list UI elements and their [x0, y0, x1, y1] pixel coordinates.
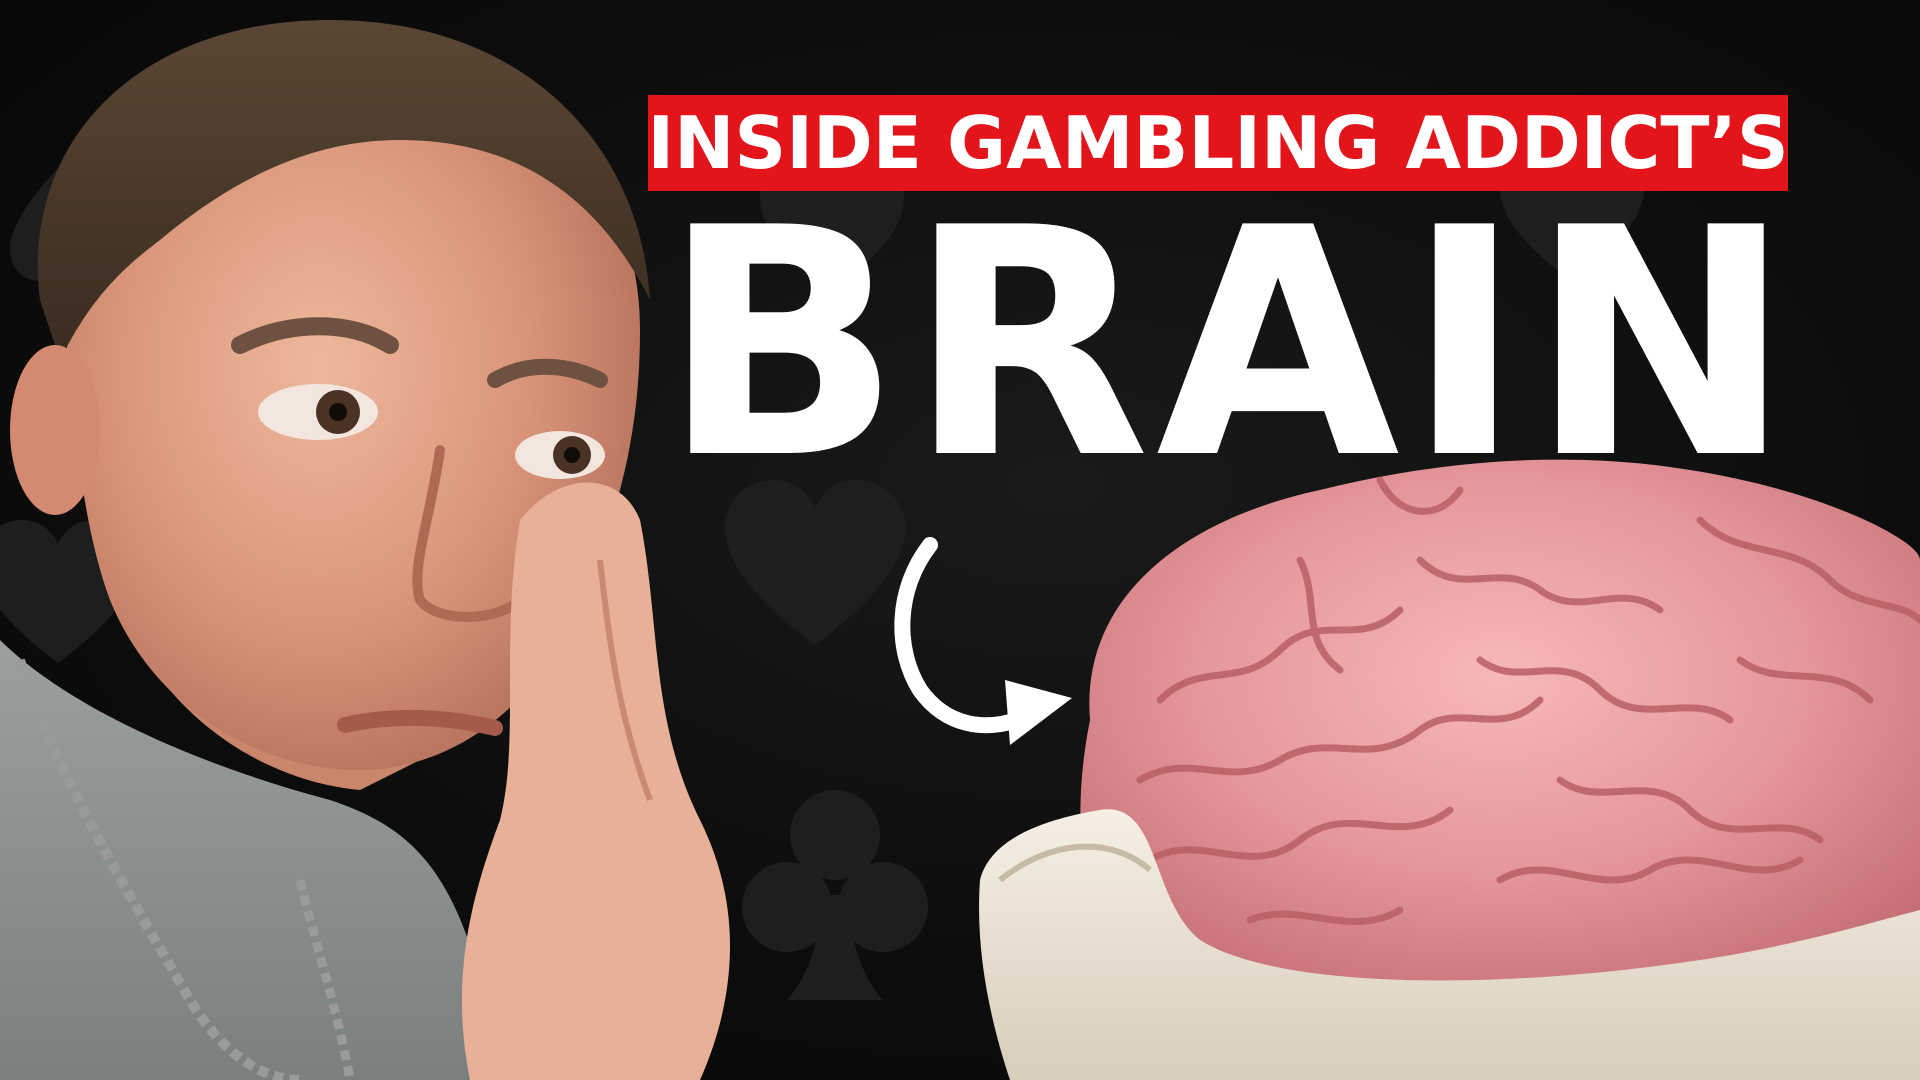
- thumbnail-canvas: INSIDE GAMBLING ADDICT’S BRAIN: [0, 0, 1920, 1080]
- headline-text: BRAIN: [661, 161, 1799, 528]
- brain: [1080, 459, 1920, 1000]
